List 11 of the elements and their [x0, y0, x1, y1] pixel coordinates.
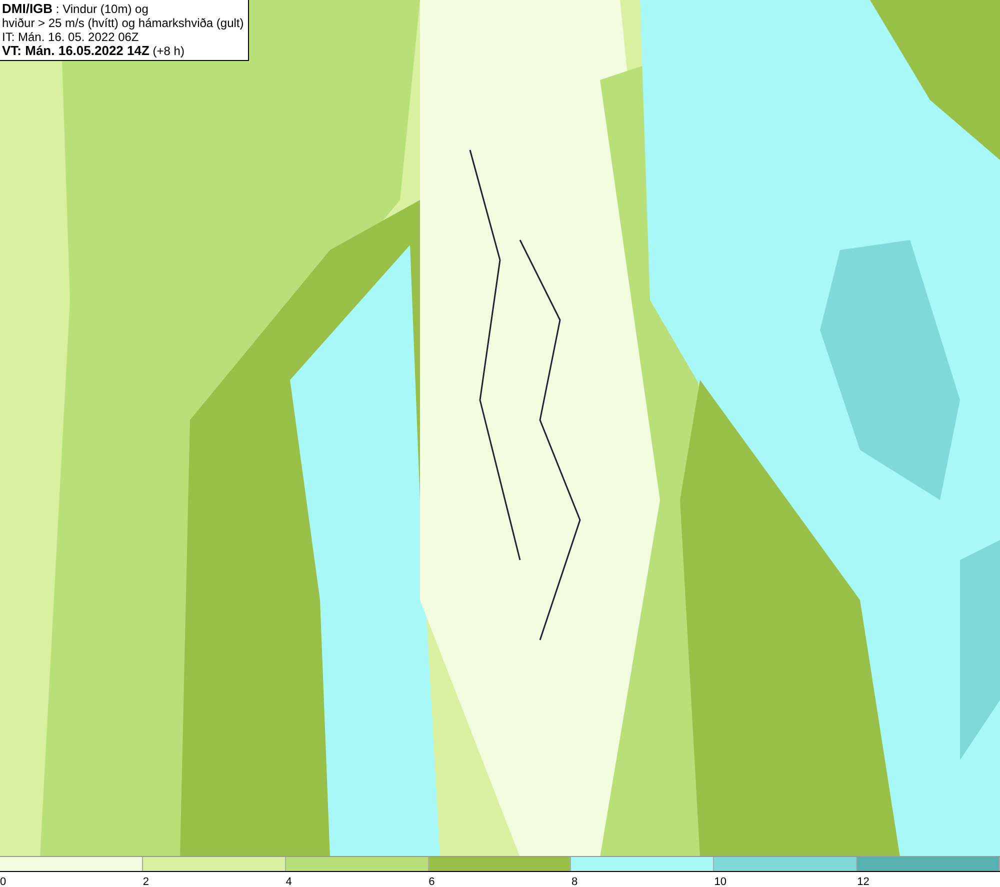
- legend-tick-label: 8: [571, 876, 578, 887]
- legend-tick-label: 6: [428, 876, 435, 887]
- info-text: IT: Mán. 16. 05. 2022 06Z: [2, 30, 140, 44]
- legend-tick-label: 2: [142, 876, 149, 887]
- info-text: DMI/IGB : Vindur (10m) og: [2, 2, 150, 16]
- legend-tick-label: 4: [286, 876, 292, 887]
- legend-tick-label: 10: [714, 876, 727, 887]
- info-text: hviður > 25 m/s (hvítt) og hámarkshviða (gult): [2, 16, 244, 30]
- legend-tick-label: 12: [857, 876, 870, 887]
- legend-tick-label: 0: [0, 876, 6, 887]
- info-text: VT: Mán. 16.05.2022 14Z (+8 h): [2, 44, 186, 58]
